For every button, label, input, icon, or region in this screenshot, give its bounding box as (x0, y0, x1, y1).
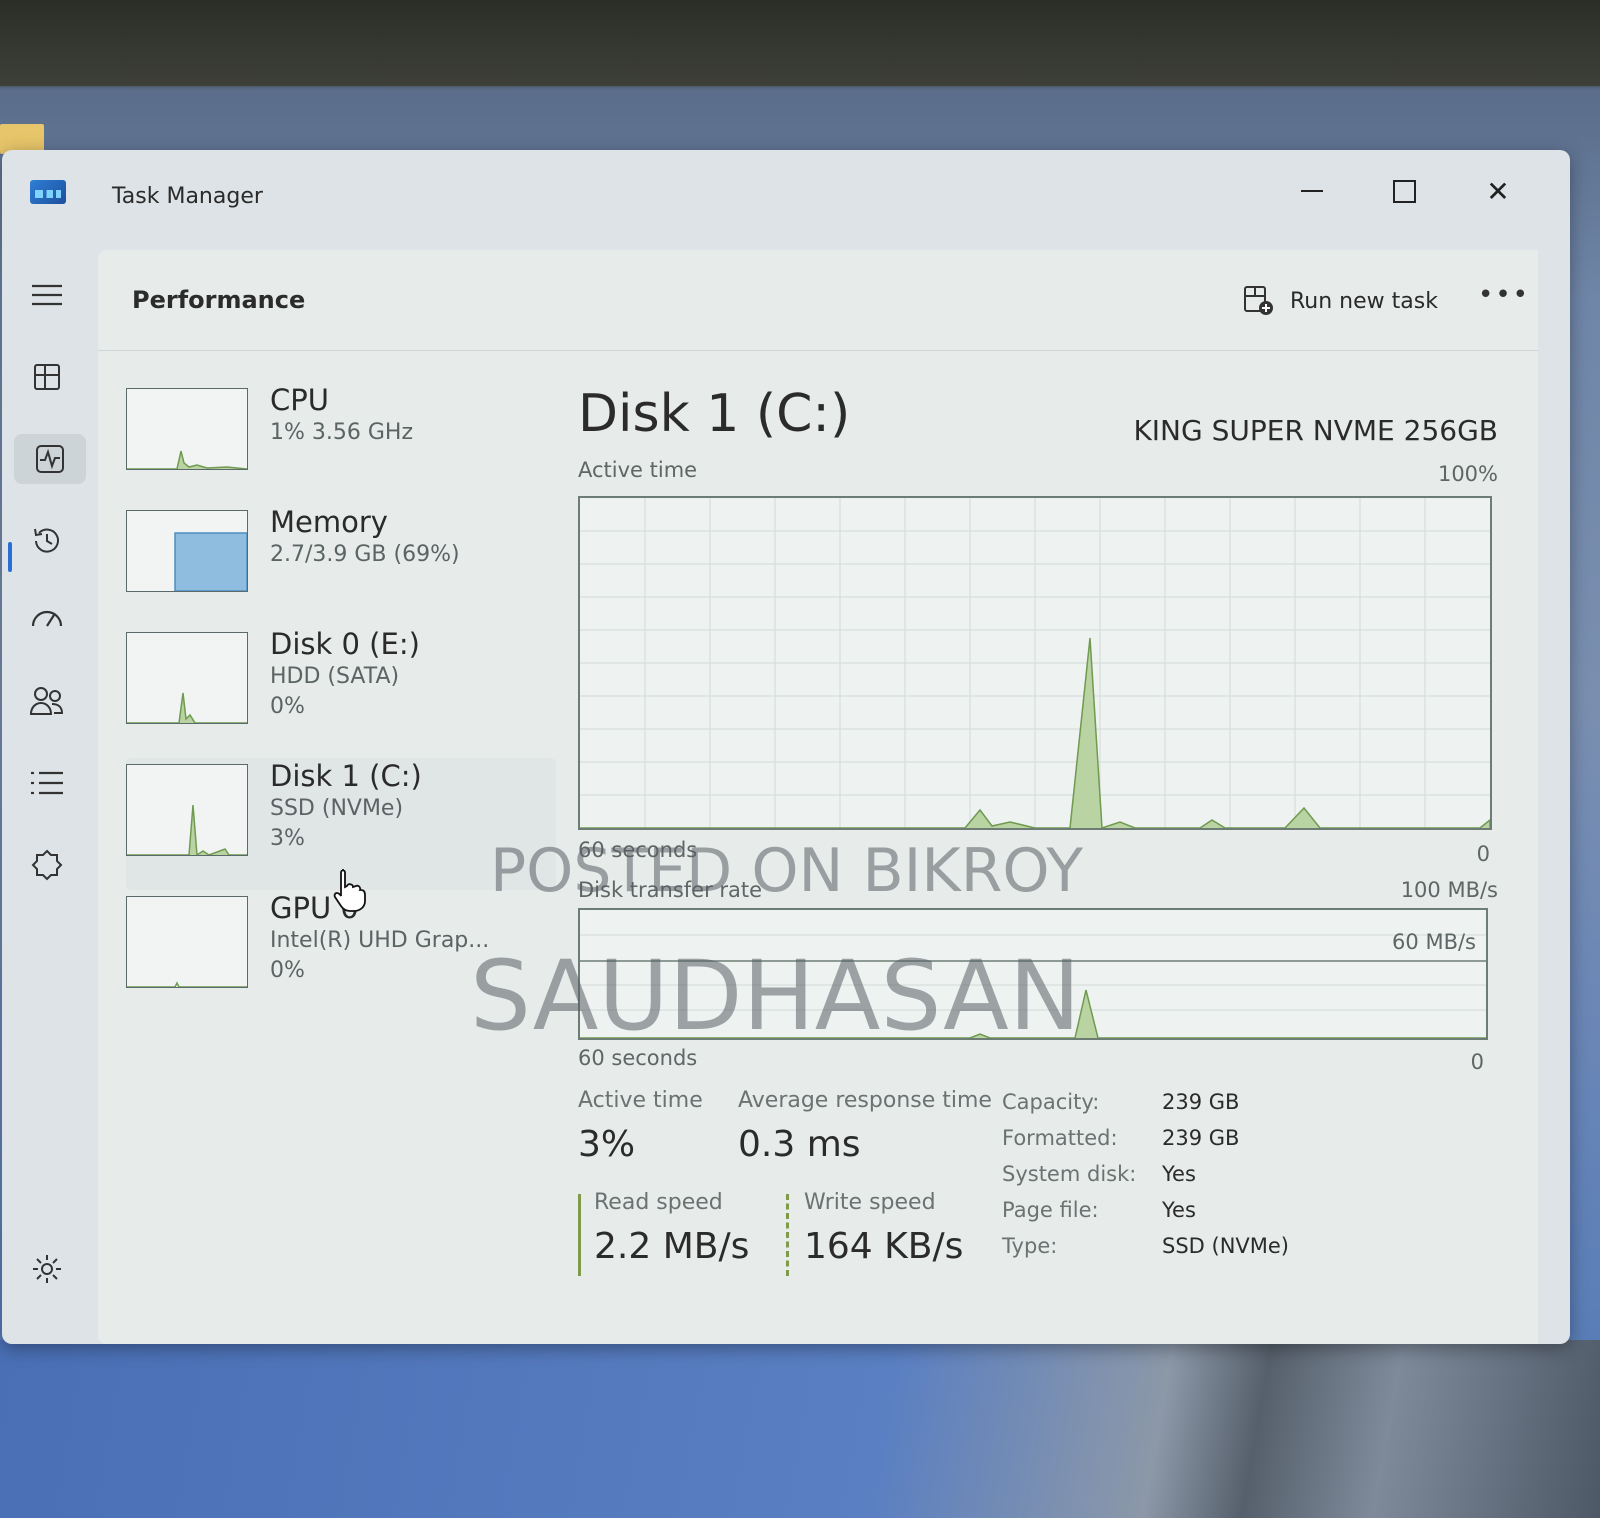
nav-app-history[interactable] (22, 516, 72, 566)
mouse-cursor (330, 868, 366, 916)
close-button[interactable]: ✕ (1468, 166, 1528, 216)
maximize-icon (1392, 179, 1416, 203)
capacity-label: Capacity: (1002, 1090, 1100, 1114)
disk-title: Disk 1 (C:) (578, 384, 851, 444)
hand-cursor-icon (333, 869, 366, 912)
device-usage: 0% (270, 958, 305, 983)
more-options-button[interactable]: ••• (1478, 280, 1530, 310)
nav-processes[interactable] (22, 352, 72, 402)
active-time-chart-label: Active time (578, 458, 698, 482)
device-usage: 3% (270, 826, 305, 851)
active-nav-indicator (8, 542, 12, 572)
formatted-label: Formatted: (1002, 1126, 1118, 1150)
disk-model: KING SUPER NVME 256GB (1133, 414, 1498, 447)
nav-services[interactable] (22, 840, 72, 890)
transfer-ref-line-label: 60 MB/s (1392, 930, 1476, 954)
close-icon: ✕ (1486, 174, 1510, 208)
nav-startup-apps[interactable] (22, 596, 72, 646)
task-manager-app-icon (30, 180, 66, 204)
system-disk-label: System disk: (1002, 1162, 1137, 1186)
maximize-button[interactable] (1374, 166, 1434, 216)
write-speed-value: 164 KB/s (804, 1226, 964, 1267)
page-file-value: Yes (1162, 1198, 1196, 1222)
disk1-thumbnail-graph (126, 764, 248, 856)
run-task-icon (1244, 286, 1273, 315)
startup-apps-icon (31, 610, 63, 627)
transfer-chart-x-right: 0 (1470, 1050, 1484, 1074)
nav-performance[interactable] (14, 434, 86, 484)
transfer-rate-graph (580, 934, 1486, 1038)
active-time-graph (580, 498, 1490, 828)
run-new-task-label: Run new task (1290, 288, 1438, 314)
nav-rail (2, 250, 98, 1344)
laptop-bezel (0, 0, 1600, 86)
device-name: Memory (270, 505, 388, 539)
response-time-label: Average response time (738, 1088, 992, 1113)
task-manager-window: Task Manager ✕ Performance Run new task … (2, 150, 1570, 1344)
transfer-chart-x-left: 60 seconds (578, 1046, 698, 1070)
nav-users[interactable] (22, 676, 72, 726)
type-label: Type: (1002, 1234, 1058, 1258)
read-speed-label: Read speed (594, 1190, 723, 1215)
device-name: GPU 0 (270, 891, 359, 925)
device-detail: Intel(R) UHD Grap... (270, 928, 490, 953)
write-speed-marker (786, 1194, 789, 1276)
system-disk-value: Yes (1162, 1162, 1196, 1186)
active-time-label: Active time (578, 1088, 703, 1113)
device-cpu[interactable]: CPU 1% 3.56 GHz (126, 382, 556, 504)
nav-settings[interactable] (22, 1244, 72, 1294)
panel-header: Performance Run new task ••• (98, 250, 1538, 351)
gpu-thumbnail-graph (126, 896, 248, 988)
window-title: Task Manager (112, 184, 263, 209)
title-bar: Task Manager ✕ (2, 150, 1570, 250)
desktop-wallpaper (0, 1340, 1600, 1518)
users-icon (29, 687, 64, 715)
device-detail: SSD (NVMe) (270, 796, 404, 821)
transfer-rate-chart: 60 MB/s (578, 908, 1488, 1040)
minimize-button[interactable] (1282, 166, 1342, 216)
device-detail: 2.7/3.9 GB (69%) (270, 542, 460, 567)
active-time-chart-x-left: 60 seconds (578, 838, 698, 862)
run-new-task-button[interactable]: Run new task (1242, 284, 1438, 318)
read-speed-marker (578, 1194, 581, 1276)
device-usage: 0% (270, 694, 305, 719)
device-name: CPU (270, 383, 329, 417)
transfer-chart-max: 100 MB/s (1400, 878, 1498, 902)
formatted-value: 239 GB (1162, 1126, 1240, 1150)
memory-thumbnail-graph (126, 510, 248, 592)
app-history-icon (34, 528, 59, 553)
active-time-chart-x-right: 0 (1476, 842, 1490, 866)
settings-icon (33, 1255, 61, 1283)
hamburger-icon (32, 284, 62, 306)
capacity-value: 239 GB (1162, 1090, 1240, 1114)
type-value: SSD (NVMe) (1162, 1234, 1290, 1258)
active-time-chart-max: 100% (1437, 462, 1498, 486)
details-icon (31, 771, 63, 795)
write-speed-label: Write speed (804, 1190, 936, 1215)
disk0-thumbnail-graph (126, 632, 248, 724)
device-memory[interactable]: Memory 2.7/3.9 GB (69%) (126, 504, 556, 626)
device-list: CPU 1% 3.56 GHz Memory 2.7/3.9 GB (69%) (126, 382, 556, 1022)
performance-icon (36, 445, 64, 473)
nav-details[interactable] (22, 758, 72, 808)
page-file-label: Page file: (1002, 1198, 1099, 1222)
transfer-chart-label: Disk transfer rate (578, 878, 763, 902)
hamburger-menu-button[interactable] (22, 270, 72, 320)
device-detail: HDD (SATA) (270, 664, 400, 689)
active-time-value: 3% (578, 1124, 636, 1165)
device-disk-0[interactable]: Disk 0 (E:) HDD (SATA) 0% (126, 626, 556, 758)
active-time-chart (578, 496, 1492, 830)
device-name: Disk 0 (E:) (270, 627, 420, 661)
minimize-icon (1301, 190, 1323, 192)
read-speed-value: 2.2 MB/s (594, 1226, 750, 1267)
cpu-thumbnail-graph (126, 388, 248, 470)
services-icon (31, 849, 63, 881)
device-detail: 1% 3.56 GHz (270, 420, 414, 445)
processes-icon (34, 364, 60, 390)
page-title: Performance (132, 286, 306, 314)
device-name: Disk 1 (C:) (270, 759, 422, 793)
response-time-value: 0.3 ms (738, 1124, 861, 1165)
